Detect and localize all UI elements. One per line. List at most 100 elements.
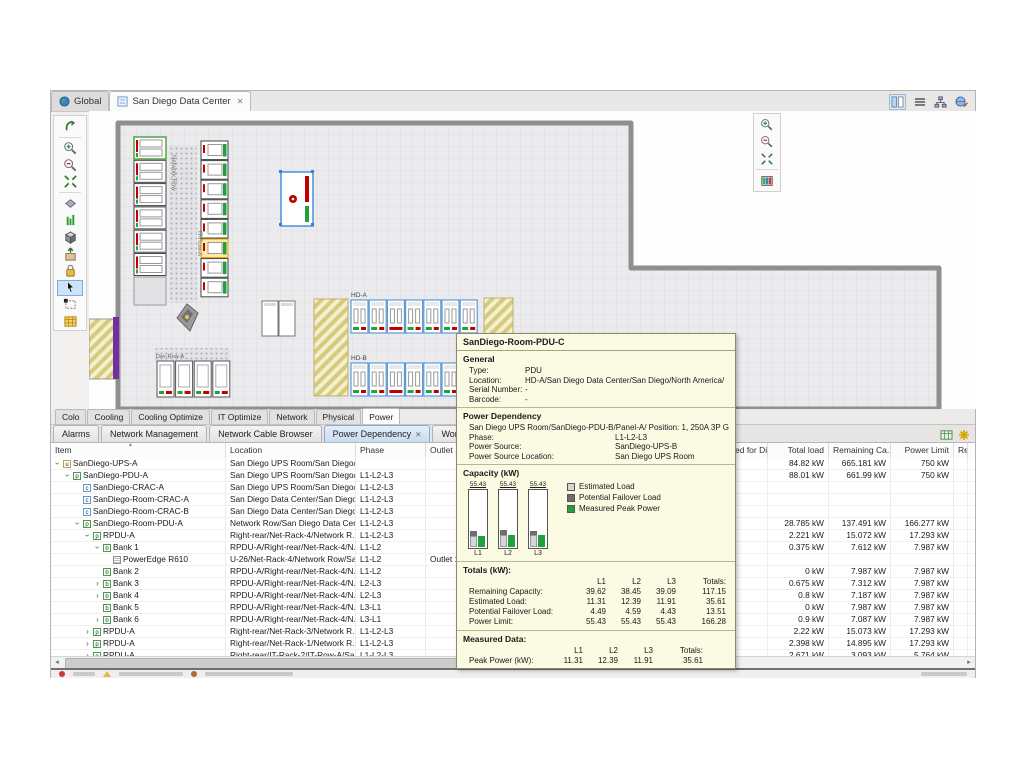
- expander-closed-icon[interactable]: ›: [84, 627, 91, 636]
- tab-global[interactable]: Global: [51, 91, 109, 111]
- layer-tab-network[interactable]: Network: [269, 409, 314, 424]
- legend-item: Potential Failover Load: [567, 492, 661, 503]
- phase-cell: L3-L1: [356, 602, 426, 613]
- expander-closed-icon[interactable]: ›: [84, 639, 91, 648]
- redundancy-cell: [954, 482, 968, 493]
- item-cell[interactable]: cSanDiego-Room-CRAC-B: [51, 506, 226, 517]
- item-cell[interactable]: cSanDiego-Room-CRAC-A: [51, 494, 226, 505]
- column-header-ed for Di...[interactable]: ed for Di...: [731, 443, 768, 458]
- expander-open-icon[interactable]: ›: [73, 520, 82, 527]
- zoom-fit-icon[interactable]: [57, 174, 83, 190]
- expander-closed-icon[interactable]: ›: [94, 615, 101, 624]
- expander-open-icon[interactable]: ›: [53, 460, 62, 467]
- device-type-icon-p: p: [83, 520, 91, 528]
- tab-label: San Diego Data Center: [132, 96, 230, 107]
- tab-san-diego-data-center[interactable]: San Diego Data Center ✕: [109, 91, 251, 111]
- item-cell[interactable]: bBank 5: [51, 602, 226, 613]
- item-cell[interactable]: ›pSanDiego-Room-PDU-A: [51, 518, 226, 529]
- item-cell[interactable]: ›bBank 1: [51, 542, 226, 553]
- device-type-icon-c: c: [83, 484, 91, 492]
- expander-open-icon[interactable]: ›: [83, 532, 92, 539]
- floorplan-rack-row-hd-a[interactable]: [351, 300, 477, 333]
- expander-open-icon[interactable]: ›: [93, 544, 102, 551]
- marquee-icon[interactable]: [57, 297, 83, 313]
- scroll-left-arrow[interactable]: ◂: [51, 657, 63, 668]
- column-header-Phase[interactable]: Phase: [356, 443, 426, 458]
- expander-closed-icon[interactable]: ›: [94, 579, 101, 588]
- globe-edit-icon[interactable]: [954, 95, 969, 109]
- layer-tab-it-optimize[interactable]: IT Optimize: [211, 409, 268, 424]
- gauge-phase-label: L3: [534, 550, 542, 557]
- cube-3d-icon[interactable]: [57, 229, 83, 245]
- item-cell[interactable]: ›pRPDU-A: [51, 626, 226, 637]
- item-cell[interactable]: ›pRPDU-A: [51, 638, 226, 649]
- status-bar: [51, 668, 975, 678]
- item-cell[interactable]: ›bBank 3: [51, 578, 226, 589]
- column-header-Total load[interactable]: Total load: [768, 443, 829, 458]
- panel-tab-network-management[interactable]: Network Management: [101, 425, 207, 442]
- layer-tab-power[interactable]: Power: [362, 408, 400, 424]
- item-cell[interactable]: PowerEdge R610: [51, 554, 226, 565]
- floorplan-rack-row-it[interactable]: [201, 141, 228, 297]
- item-cell[interactable]: ›bBank 6: [51, 614, 226, 625]
- column-header-Remaining Ca...[interactable]: Remaining Ca...: [829, 443, 891, 458]
- panel-tab-network-cable-browser[interactable]: Network Cable Browser: [209, 425, 322, 442]
- location-cell: San Diego Data Center/San Diego/...: [226, 506, 356, 517]
- split-view-icon[interactable]: [889, 94, 906, 110]
- item-cell[interactable]: bBank 2: [51, 566, 226, 577]
- item-cell[interactable]: ›pSanDiego-PDU-A: [51, 470, 226, 481]
- hierarchy-icon[interactable]: [933, 95, 948, 109]
- value-cell: 117.15: [676, 587, 726, 597]
- pan-icon[interactable]: [57, 196, 83, 212]
- measure-icon[interactable]: [57, 213, 83, 229]
- column-header-Re[interactable]: Re: [954, 443, 968, 458]
- app-window: Global San Diego Data Center ✕: [50, 90, 976, 678]
- item-cell[interactable]: ›uSanDiego-UPS-A: [51, 458, 226, 469]
- lock-icon[interactable]: [57, 263, 83, 279]
- location-cell: Right-rear/Net-Rack-4/Network R...: [226, 530, 356, 541]
- grid-table-icon[interactable]: [57, 314, 83, 330]
- zoom-fit-icon[interactable]: [754, 151, 780, 167]
- layer-tab-colo[interactable]: Colo: [55, 409, 86, 424]
- layer-tab-cooling-optimize[interactable]: Cooling Optimize: [131, 409, 210, 424]
- select-cursor-icon[interactable]: [57, 280, 83, 296]
- nav-back-icon[interactable]: [57, 119, 83, 135]
- hidden-cell: [731, 578, 768, 589]
- panel-tab-power-dependency[interactable]: Power Dependency✕: [324, 425, 431, 442]
- close-icon[interactable]: ✕: [237, 97, 244, 106]
- data-row: Remaining Capacity:39.6238.4539.09117.15: [463, 587, 729, 597]
- menu-icon[interactable]: [912, 95, 927, 109]
- item-cell[interactable]: ›bBank 4: [51, 590, 226, 601]
- room-ups-panel[interactable]: [279, 170, 314, 226]
- expander-closed-icon[interactable]: ›: [94, 591, 101, 600]
- layers-icon[interactable]: [754, 173, 780, 189]
- column-header-Power Limit[interactable]: Power Limit: [891, 443, 954, 458]
- layer-tab-cooling[interactable]: Cooling: [87, 409, 130, 424]
- zoom-in-icon[interactable]: [57, 140, 83, 156]
- device-type-icon-u: u: [63, 460, 71, 468]
- power-limit-cell: [891, 494, 954, 505]
- estimated-load-bar: [470, 536, 477, 547]
- section-heading: Capacity (kW): [463, 468, 729, 478]
- close-icon[interactable]: ✕: [415, 430, 421, 439]
- popup-section-general: General Type:PDULocation:HD-A/San Diego …: [457, 351, 735, 408]
- zoom-out-icon[interactable]: [57, 157, 83, 173]
- power-limit-cell: [891, 482, 954, 493]
- general-row: Location:HD-A/San Diego Data Center/San …: [463, 376, 729, 386]
- column-header-Item[interactable]: Item▴: [51, 443, 226, 458]
- panel-tab-alarms[interactable]: Alarms: [53, 425, 99, 442]
- scroll-right-arrow[interactable]: ▸: [963, 657, 975, 668]
- column-header-Location[interactable]: Location: [226, 443, 356, 458]
- hidden-cell: [731, 638, 768, 649]
- power-cabinets[interactable]: [262, 301, 295, 336]
- location-cell: San Diego Data Center/San Diego/...: [226, 494, 356, 505]
- empty-rack-slot[interactable]: [134, 277, 166, 305]
- item-cell[interactable]: ›pRPDU-A: [51, 530, 226, 541]
- zoom-out-icon[interactable]: [754, 134, 780, 150]
- expander-open-icon[interactable]: ›: [63, 472, 72, 479]
- zoom-in-icon[interactable]: [754, 117, 780, 133]
- location-cell: RPDU-A/Right-rear/Net-Rack-4/N...: [226, 602, 356, 613]
- item-cell[interactable]: cSanDiego-CRAC-A: [51, 482, 226, 493]
- layer-tab-physical[interactable]: Physical: [316, 409, 362, 424]
- import-icon[interactable]: [57, 246, 83, 262]
